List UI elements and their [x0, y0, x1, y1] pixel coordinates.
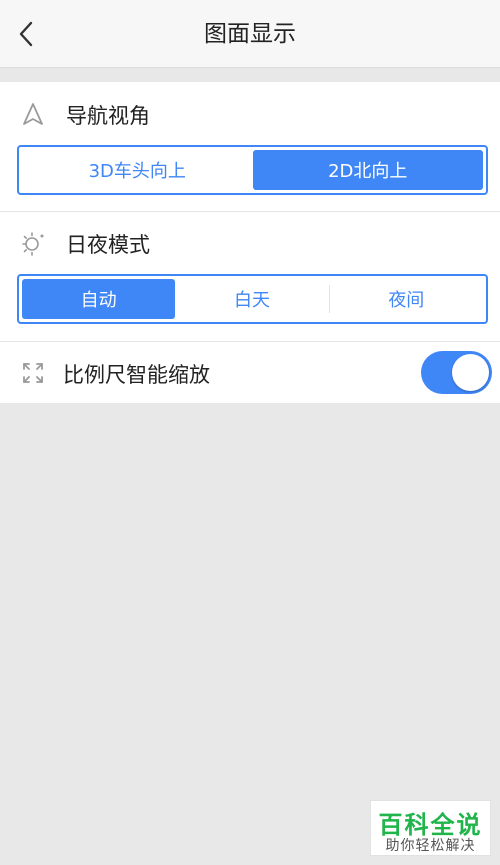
- watermark-sub-text: 助你轻松解决: [385, 838, 476, 854]
- settings-panel: 导航视角 3D车头向上 2D北向上 日夜模式 自动 白天 夜间 比例尺智能缩放: [0, 82, 500, 403]
- day-night-row: 日夜模式: [0, 227, 500, 259]
- sun-moon-icon: [20, 230, 46, 256]
- option-day[interactable]: 白天: [175, 279, 328, 319]
- nav-view-segmented-control: 3D车头向上 2D北向上: [17, 145, 488, 195]
- scale-zoom-toggle[interactable]: [421, 351, 492, 394]
- day-night-label: 日夜模式: [66, 233, 150, 257]
- navigation-arrow-icon: [20, 101, 46, 127]
- option-auto[interactable]: 自动: [22, 279, 176, 319]
- header-bar: 图面显示: [0, 0, 500, 68]
- expand-icon: [20, 360, 46, 386]
- nav-view-label: 导航视角: [66, 104, 150, 128]
- nav-view-row: 导航视角: [0, 98, 500, 130]
- divider: [0, 211, 500, 212]
- option-3d-heading-up[interactable]: 3D车头向上: [22, 150, 253, 190]
- option-2d-north-up[interactable]: 2D北向上: [252, 150, 483, 190]
- watermark-logo: 百科全说 助你轻松解决: [370, 800, 491, 856]
- option-night[interactable]: 夜间: [330, 279, 483, 319]
- scale-zoom-row: 比例尺智能缩放: [0, 342, 500, 403]
- scale-zoom-label: 比例尺智能缩放: [63, 363, 210, 387]
- page-title: 图面显示: [204, 21, 296, 47]
- toggle-knob: [452, 354, 489, 391]
- day-night-segmented-control: 自动 白天 夜间: [17, 274, 488, 324]
